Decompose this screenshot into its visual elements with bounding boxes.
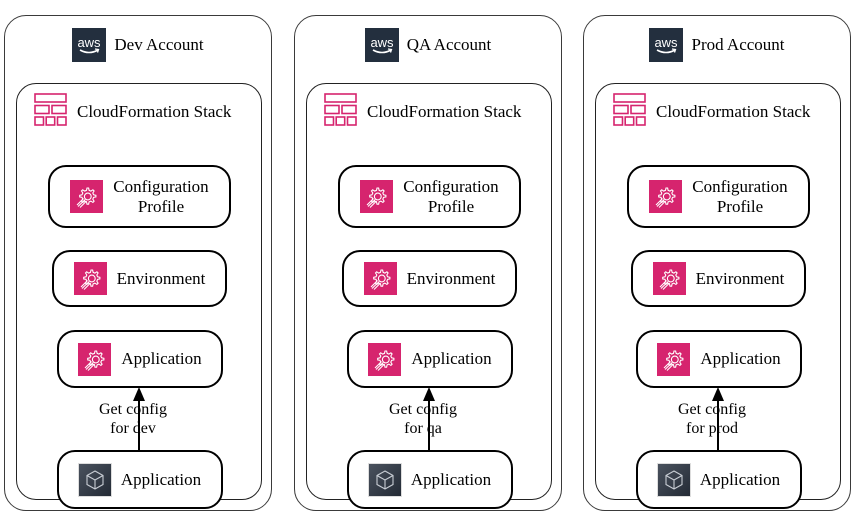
svg-text:aws: aws bbox=[370, 35, 394, 50]
environment-node[interactable]: Environment bbox=[52, 250, 227, 307]
cloudformation-stack-group: CloudFormation Stack Configuration Profil… bbox=[595, 83, 841, 509]
node-label: Configuration Profile bbox=[403, 176, 499, 216]
node-label: Environment bbox=[695, 268, 785, 288]
account-group-dev-account: aws Dev Account CloudFormation Stack Con… bbox=[4, 15, 272, 511]
appconfig-icon bbox=[78, 342, 112, 376]
aws-logo-icon: aws bbox=[364, 28, 399, 62]
environment-node[interactable]: Environment bbox=[631, 250, 806, 307]
svg-text:aws: aws bbox=[655, 35, 679, 50]
configuration-profile-node[interactable]: Configuration Profile bbox=[338, 165, 521, 228]
appconfig-icon bbox=[652, 262, 686, 295]
node-label: Application bbox=[120, 469, 202, 489]
node-label: Environment bbox=[406, 268, 496, 288]
node-label: Application bbox=[121, 349, 202, 368]
client-application-node[interactable]: Application bbox=[636, 450, 802, 509]
node-label: Application bbox=[699, 469, 781, 489]
node-label: Application bbox=[700, 349, 781, 368]
account-title: QA Account bbox=[406, 35, 492, 54]
appconfig-icon bbox=[368, 342, 402, 376]
node-label: Configuration Profile bbox=[692, 176, 788, 216]
stack-header: CloudFormation Stack bbox=[34, 92, 232, 131]
cloudformation-icon bbox=[324, 92, 357, 131]
node-label: Application bbox=[410, 469, 492, 489]
stack-title: CloudFormation Stack bbox=[77, 101, 232, 121]
cube-icon bbox=[657, 463, 690, 496]
account-header: aws QA Account bbox=[295, 28, 561, 62]
cloudformation-icon bbox=[613, 92, 646, 131]
client-application-node[interactable]: Application bbox=[347, 450, 513, 509]
appconfig-icon bbox=[363, 262, 397, 295]
account-title: Dev Account bbox=[114, 35, 204, 54]
appconfig-application-node[interactable]: Application bbox=[636, 330, 802, 388]
node-label: Application bbox=[411, 349, 492, 368]
cube-icon bbox=[368, 463, 401, 496]
account-header: aws Prod Account bbox=[584, 28, 850, 62]
node-label: Configuration Profile bbox=[113, 176, 209, 216]
stack-title: CloudFormation Stack bbox=[367, 101, 522, 121]
appconfig-application-node[interactable]: Application bbox=[57, 330, 223, 388]
cloudformation-stack-group: CloudFormation Stack Configuration Profil… bbox=[306, 83, 552, 509]
cloudformation-stack-group: CloudFormation Stack Configuration Profil… bbox=[16, 83, 262, 509]
appconfig-icon bbox=[649, 180, 683, 213]
cloudformation-icon bbox=[34, 92, 67, 131]
configuration-profile-node[interactable]: Configuration Profile bbox=[48, 165, 231, 228]
appconfig-icon bbox=[73, 262, 107, 295]
aws-logo-icon: aws bbox=[72, 28, 107, 62]
edge-label: Get config for qa bbox=[389, 401, 457, 437]
node-label: Environment bbox=[116, 268, 206, 288]
edge-label: Get config for dev bbox=[99, 401, 167, 437]
appconfig-icon bbox=[70, 180, 104, 213]
configuration-profile-node[interactable]: Configuration Profile bbox=[627, 165, 810, 228]
stack-title: CloudFormation Stack bbox=[656, 101, 811, 121]
appconfig-icon bbox=[657, 342, 691, 376]
account-header: aws Dev Account bbox=[5, 28, 271, 62]
stack-header: CloudFormation Stack bbox=[324, 92, 522, 131]
edge-label: Get config for prod bbox=[678, 401, 746, 437]
aws-logo-icon: aws bbox=[649, 28, 684, 62]
account-group-prod-account: aws Prod Account CloudFormation Stack Co… bbox=[583, 15, 851, 511]
account-group-qa-account: aws QA Account CloudFormation Stack Conf… bbox=[294, 15, 562, 511]
environment-node[interactable]: Environment bbox=[342, 250, 517, 307]
appconfig-application-node[interactable]: Application bbox=[347, 330, 513, 388]
stack-header: CloudFormation Stack bbox=[613, 92, 811, 131]
client-application-node[interactable]: Application bbox=[57, 450, 223, 509]
appconfig-icon bbox=[360, 180, 394, 213]
svg-text:aws: aws bbox=[78, 35, 102, 50]
account-title: Prod Account bbox=[691, 35, 785, 54]
cube-icon bbox=[78, 463, 111, 496]
